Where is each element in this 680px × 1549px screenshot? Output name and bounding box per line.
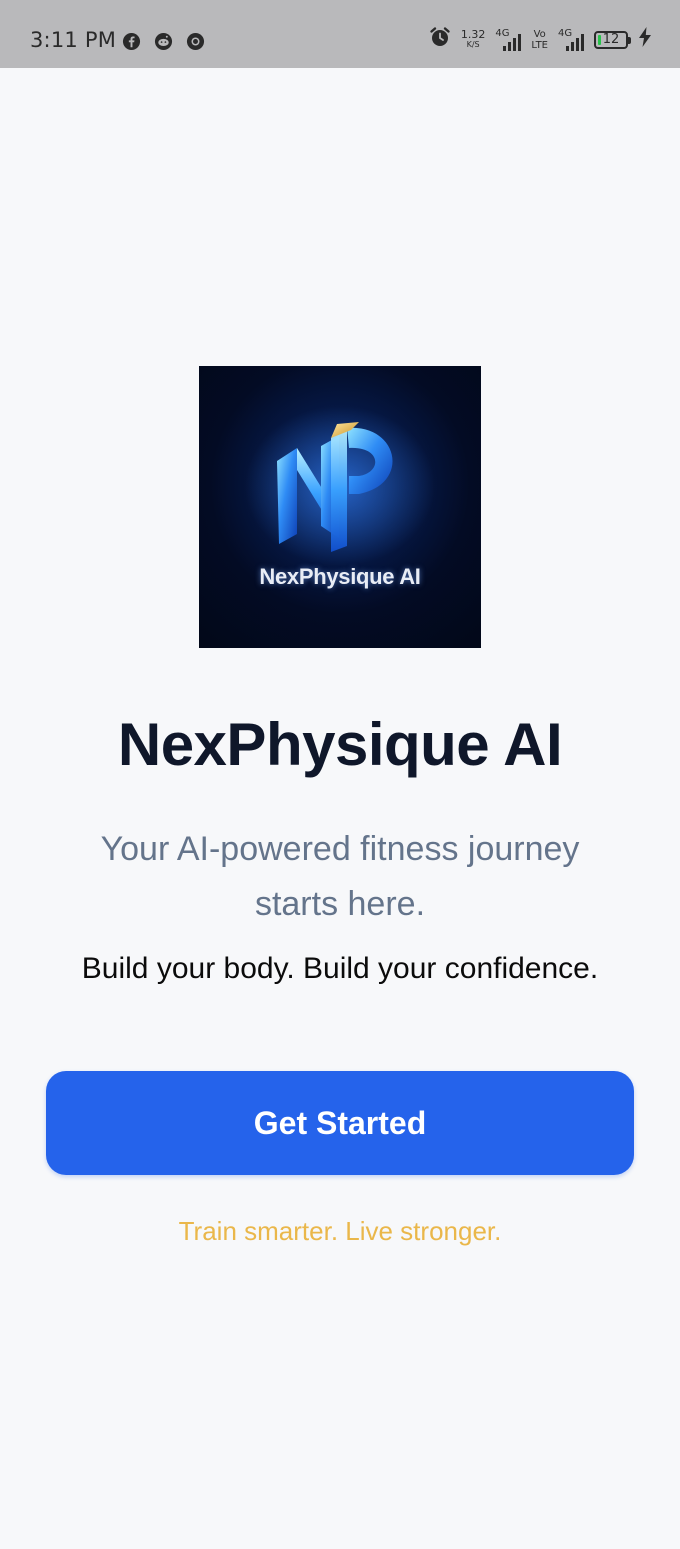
notification-icons bbox=[122, 32, 205, 51]
subtitle: Your AI-powered fitness journey starts h… bbox=[100, 830, 580, 923]
reddit-icon bbox=[154, 32, 173, 51]
np-monogram-logo bbox=[245, 406, 435, 566]
status-time: 3:11 PM bbox=[30, 28, 117, 52]
network-speed-value: 1.32 bbox=[460, 27, 486, 41]
motto-text: Build your body. Build your confidence. bbox=[81, 952, 599, 985]
logo-caption: NexPhysique AI bbox=[259, 564, 421, 589]
chrome-icon bbox=[186, 32, 205, 51]
volte-bottom: LTE bbox=[531, 39, 548, 51]
get-started-button[interactable]: Get Started bbox=[46, 1071, 634, 1175]
sim2-signal: 4G bbox=[558, 28, 584, 51]
tagline-text: Train smarter. Live stronger. bbox=[178, 1216, 502, 1246]
facebook-icon bbox=[122, 32, 141, 51]
page-title: NexPhysique AI bbox=[117, 711, 563, 778]
volte-top: Vo bbox=[533, 28, 546, 40]
status-indicators: 1.32 K/S 4G Vo LTE 4G 12 bbox=[429, 26, 652, 53]
app-logo: NexPhysique AI bbox=[199, 366, 481, 648]
battery-icon: 12 bbox=[594, 30, 631, 49]
signal-bars-icon bbox=[566, 33, 584, 51]
network-speed-unit: K/S bbox=[466, 39, 480, 49]
battery-level: 12 bbox=[602, 31, 620, 47]
alarm-icon bbox=[429, 26, 451, 53]
signal-bars-icon bbox=[503, 33, 522, 51]
sim1-signal: 4G bbox=[495, 28, 522, 51]
network-speed: 1.32 K/S bbox=[460, 27, 486, 50]
get-started-label: Get Started bbox=[253, 1104, 427, 1141]
bolt-icon bbox=[638, 27, 652, 52]
volte-indicator: Vo LTE bbox=[531, 29, 548, 51]
status-bar: 3:11 PM 1.32 K/S 4G Vo LTE 4G 12 bbox=[0, 0, 680, 68]
